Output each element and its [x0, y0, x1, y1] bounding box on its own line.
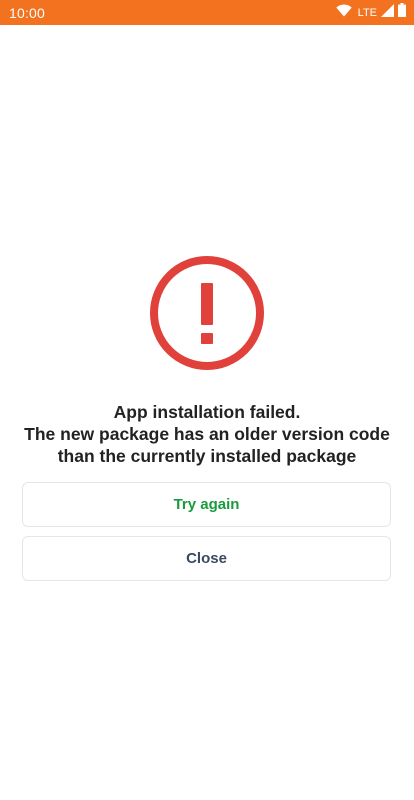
error-message-line: App installation failed.: [113, 402, 301, 422]
battery-icon: [398, 3, 406, 22]
status-icons: LTE: [335, 3, 406, 22]
error-message-line: than the currently installed package: [57, 446, 357, 466]
install-error-screen: App installation failed. The new package…: [0, 25, 414, 800]
network-type: LTE: [357, 6, 377, 19]
error-message: App installation failed. The new package…: [0, 401, 414, 467]
close-button[interactable]: Close: [22, 536, 391, 581]
status-bar: 10:00 LTE: [0, 0, 414, 25]
try-again-label: Try again: [173, 496, 240, 513]
status-time: 10:00: [9, 4, 46, 21]
signal-icon: [381, 3, 394, 22]
error-message-line: The new package has an older version cod…: [24, 424, 390, 444]
try-again-button[interactable]: Try again: [22, 482, 391, 527]
exclamation-circle-icon: [149, 255, 265, 371]
close-label: Close: [186, 550, 227, 567]
wifi-icon: [335, 3, 352, 22]
